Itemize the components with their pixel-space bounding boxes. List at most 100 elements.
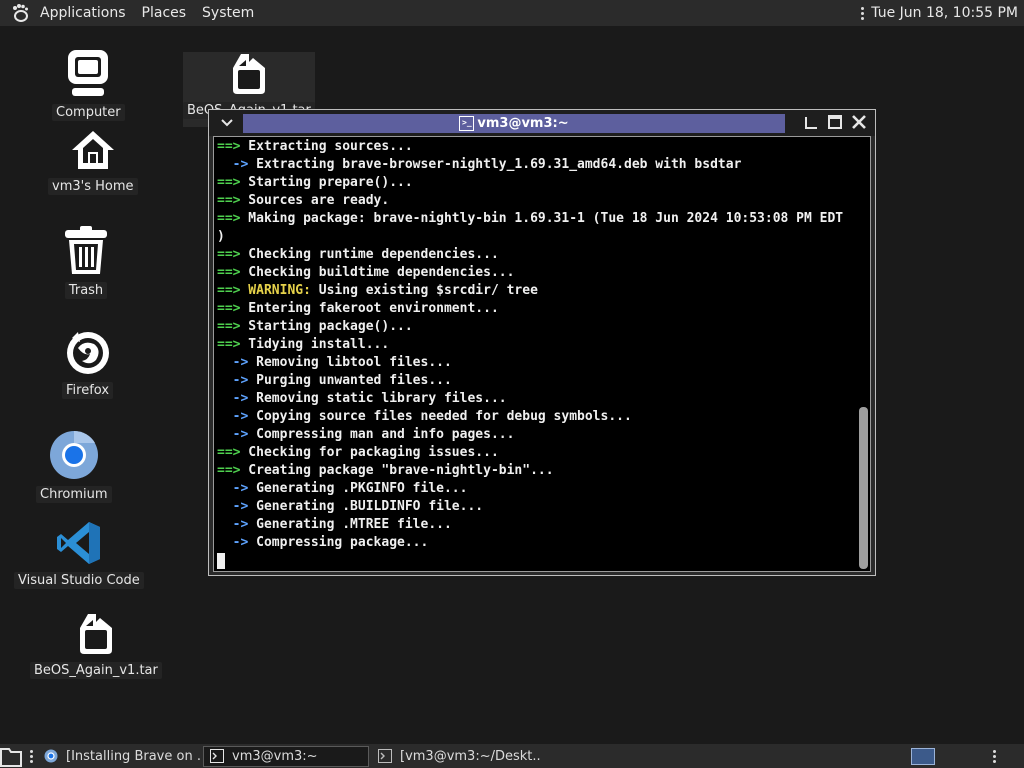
terminal-line: -> Copying source files needed for debug…	[217, 408, 857, 426]
line-marker: ->	[217, 481, 249, 496]
terminal-text: ==> Extracting sources... -> Extracting …	[217, 138, 857, 570]
line-text: Compressing man and info pages...	[248, 427, 515, 442]
maximize-button[interactable]	[827, 113, 843, 131]
terminal-line: -> Extracting brave-browser-nightly_1.69…	[217, 156, 857, 174]
workspace-handle-icon[interactable]	[993, 749, 996, 763]
window-titlebar[interactable]: >_ vm3@vm3:~	[209, 110, 875, 136]
desktop-icon-home[interactable]: vm3's Home	[48, 128, 138, 195]
browser-icon	[44, 749, 58, 763]
chromium-icon	[49, 430, 98, 479]
line-text: Entering fakeroot environment...	[240, 301, 499, 316]
terminal-line: )	[217, 228, 857, 246]
taskbar-item-label: [Installing Brave on ...	[66, 748, 201, 764]
main-menu: Applications Places System	[0, 0, 262, 26]
line-marker: ==>	[217, 319, 241, 334]
firefox-icon	[66, 332, 109, 374]
line-text: Generating .MTREE file...	[248, 517, 452, 532]
desktop-icon-label: BeOS_Again_v1.tar	[30, 662, 162, 679]
terminal-line: ==> Making package: brave-nightly-bin 1.…	[217, 210, 857, 228]
line-marker: ==>	[217, 247, 241, 262]
line-marker: ==>	[217, 265, 241, 280]
window-controls	[803, 113, 867, 131]
desktop-icon-beos-tar-2[interactable]: BeOS_Again_v1.tar	[30, 612, 162, 679]
taskbar-item-terminal-active[interactable]: vm3@vm3:~	[203, 745, 369, 767]
desktop-icon-vscode[interactable]: Visual Studio Code	[14, 520, 144, 589]
line-marker: ==>	[217, 445, 241, 460]
line-marker: ->	[217, 391, 249, 406]
line-text: Removing libtool files...	[248, 355, 452, 370]
desktop-icon-label: Chromium	[36, 486, 112, 503]
line-marker: ==>	[217, 283, 241, 298]
terminal-line: ==> WARNING: Using existing $srcdir/ tre…	[217, 282, 857, 300]
clock[interactable]: Tue Jun 18, 10:55 PM	[871, 5, 1018, 21]
line-marker: ==>	[217, 139, 241, 154]
window-menu-button[interactable]	[217, 114, 237, 132]
scrollbar-thumb[interactable]	[859, 407, 868, 569]
workspace-1[interactable]	[911, 747, 935, 765]
terminal-line: -> Compressing package...	[217, 534, 857, 552]
applications-menu[interactable]: Applications	[32, 5, 134, 21]
maximize-icon	[828, 115, 842, 129]
terminal-icon: >_	[459, 116, 475, 131]
taskbar-item-browser[interactable]: [Installing Brave on ...	[37, 746, 201, 767]
minimize-button[interactable]	[803, 113, 819, 131]
line-text: Using existing $srcdir/ tree	[310, 283, 538, 298]
line-marker: ==>	[217, 463, 241, 478]
chevron-down-icon	[221, 119, 233, 127]
line-text: Making package: brave-nightly-bin 1.69.3…	[240, 211, 844, 226]
taskbar-item-terminal-desktop[interactable]: [vm3@vm3:~/Deskt...	[371, 746, 541, 767]
line-text: Checking for packaging issues...	[240, 445, 499, 460]
computer-icon	[68, 50, 109, 96]
line-text: )	[217, 229, 225, 244]
taskbar-handle-icon[interactable]	[30, 749, 33, 763]
desktop-icon-label: Firefox	[62, 382, 114, 399]
gnome-foot-icon[interactable]	[10, 3, 30, 23]
line-marker: ->	[217, 373, 249, 388]
terminal-line: -> Generating .PKGINFO file...	[217, 480, 857, 498]
line-text: Copying source files needed for debug sy…	[248, 409, 632, 424]
terminal-line: ==> Sources are ready.	[217, 192, 857, 210]
desktop-icon-computer[interactable]: Computer	[52, 48, 125, 121]
terminal-output[interactable]: ==> Extracting sources... -> Extracting …	[213, 136, 871, 572]
line-text: Starting package()...	[240, 319, 413, 334]
terminal-line: ==> Creating package "brave-nightly-bin"…	[217, 462, 857, 480]
terminal-window[interactable]: >_ vm3@vm3:~ ==> Extracting sources... -…	[208, 109, 876, 576]
terminal-icon	[378, 749, 392, 763]
desktop-icon-label: vm3's Home	[48, 178, 138, 195]
top-panel-right: Tue Jun 18, 10:55 PM	[861, 5, 1024, 21]
desktop-icon-label: Trash	[64, 282, 108, 299]
terminal-line: ==> Starting prepare()...	[217, 174, 857, 192]
system-menu[interactable]: System	[194, 5, 262, 21]
terminal-line: ==> Starting package()...	[217, 318, 857, 336]
line-marker: ==>	[217, 337, 241, 352]
terminal-line: ==> Extracting sources...	[217, 138, 857, 156]
warning-label: WARNING:	[240, 283, 311, 298]
terminal-line: ==> Entering fakeroot environment...	[217, 300, 857, 318]
line-marker: ->	[217, 427, 249, 442]
panel-handle-icon[interactable]	[861, 6, 865, 20]
line-text: Compressing package...	[248, 535, 429, 550]
line-text: Checking runtime dependencies...	[240, 247, 499, 262]
line-marker: ->	[217, 535, 249, 550]
top-panel: Applications Places System Tue Jun 18, 1…	[0, 0, 1024, 26]
terminal-line: -> Generating .BUILDINFO file...	[217, 498, 857, 516]
text-cursor	[217, 552, 225, 569]
terminal-line: ==> Tidying install...	[217, 336, 857, 354]
line-marker: ==>	[217, 301, 241, 316]
terminal-scrollbar[interactable]	[859, 139, 868, 569]
terminal-line: -> Purging unwanted files...	[217, 372, 857, 390]
line-marker: ->	[217, 517, 249, 532]
desktop-icon-trash[interactable]: Trash	[62, 226, 110, 299]
close-button[interactable]	[851, 113, 867, 131]
desktop-icon-firefox[interactable]: Firefox	[62, 328, 114, 399]
terminal-line: ==> Checking runtime dependencies...	[217, 246, 857, 264]
show-desktop-icon[interactable]	[0, 745, 24, 767]
terminal-line: ==> Checking buildtime dependencies...	[217, 264, 857, 282]
line-text: Extracting brave-browser-nightly_1.69.31…	[248, 157, 742, 172]
window-title-bar-center[interactable]: >_ vm3@vm3:~	[243, 114, 785, 133]
desktop-icon-chromium[interactable]: Chromium	[36, 430, 112, 503]
line-marker: ==>	[217, 175, 241, 190]
line-marker: ->	[217, 499, 249, 514]
places-menu[interactable]: Places	[134, 5, 195, 21]
line-marker: ==>	[217, 211, 241, 226]
